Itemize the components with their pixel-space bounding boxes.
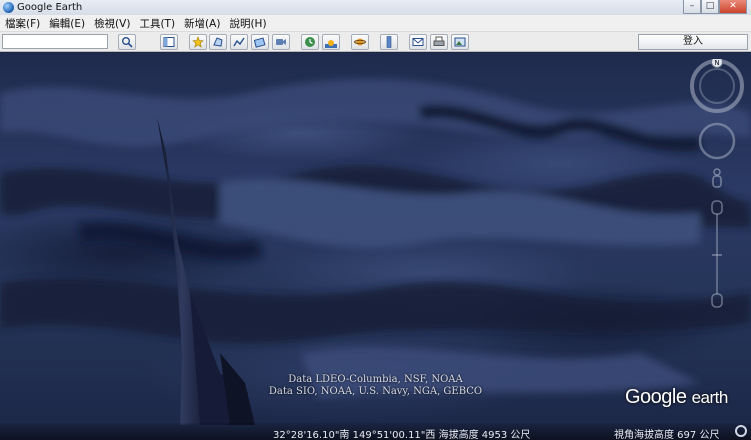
print-button[interactable] [430, 34, 448, 50]
earth-3d-view[interactable]: Data LDEO-Columbia, NSF, NOAA Data SIO, … [0, 53, 751, 440]
add-path-button[interactable] [230, 34, 248, 50]
logo-google-text: Google [625, 386, 687, 408]
overlay-icon [254, 37, 266, 48]
minimize-button[interactable]: – [683, 0, 701, 14]
close-button[interactable]: ✕ [719, 0, 747, 14]
window-controls: – □ ✕ [683, 0, 747, 14]
menu-view[interactable]: 檢視(V) [89, 16, 134, 31]
ruler-button[interactable] [380, 34, 398, 50]
print-icon [433, 36, 445, 46]
polygon-icon [213, 37, 223, 47]
streaming-indicator-icon [735, 425, 747, 437]
menu-add[interactable]: 新增(A) [179, 16, 224, 31]
zoom-slider[interactable] [711, 200, 723, 308]
historical-imagery-icon [305, 37, 315, 47]
google-earth-logo: Google earth [625, 386, 728, 409]
email-icon [412, 38, 424, 46]
path-icon [233, 37, 245, 47]
email-button[interactable] [409, 34, 427, 50]
add-polygon-button[interactable] [209, 34, 227, 50]
sidebar-toggle-button[interactable] [160, 34, 178, 50]
compass-north-label: N [714, 59, 719, 67]
menu-file[interactable]: 檔案(F) [0, 16, 44, 31]
sunlight-button[interactable] [322, 34, 340, 50]
placemark-icon [192, 36, 204, 48]
save-image-button[interactable] [451, 34, 469, 50]
status-bar: 32°28'16.10"南 149°51'00.11"西 海拔高度 4953 公… [0, 423, 751, 440]
pointer-coordinates: 32°28'16.10"南 149°51'00.11"西 海拔高度 4953 公… [273, 430, 531, 440]
google-earth-app-icon [3, 2, 14, 13]
title-bar: Google Earth – □ ✕ [0, 0, 751, 15]
navigation-controls: N [690, 56, 745, 319]
move-joystick[interactable] [698, 122, 736, 160]
save-image-icon [454, 37, 466, 47]
window-title: Google Earth [17, 2, 83, 13]
eye-altitude: 視角海拔高度 697 公尺 [614, 430, 720, 440]
street-view-pegman-icon[interactable] [712, 168, 722, 188]
add-image-overlay-button[interactable] [251, 34, 269, 50]
menu-help[interactable]: 說明(H) [224, 16, 270, 31]
add-placemark-button[interactable] [189, 34, 207, 50]
toolbar: 登入 [0, 32, 751, 52]
menu-tools[interactable]: 工具(T) [134, 16, 179, 31]
sign-in-button[interactable]: 登入 [638, 34, 748, 50]
menu-edit[interactable]: 編輯(E) [44, 16, 89, 31]
sidebar-toggle-icon [163, 37, 175, 47]
sunlight-icon [325, 40, 337, 48]
look-joystick[interactable] [690, 59, 744, 113]
planets-icon [354, 38, 366, 46]
logo-earth-text: earth [691, 388, 729, 407]
historical-imagery-button[interactable] [301, 34, 319, 50]
maximize-button[interactable]: □ [701, 0, 719, 14]
search-input[interactable] [2, 34, 108, 49]
record-tour-button[interactable] [272, 34, 290, 50]
tour-icon [276, 39, 286, 45]
search-icon [122, 37, 133, 48]
attribution-line-1: Data LDEO-Columbia, NSF, NOAA [288, 374, 463, 385]
search-button[interactable] [118, 34, 136, 50]
menu-bar: 檔案(F) 編輯(E) 檢視(V) 工具(T) 新增(A) 說明(H) [0, 15, 751, 32]
switch-planets-button[interactable] [351, 34, 369, 50]
ruler-icon [386, 36, 392, 48]
